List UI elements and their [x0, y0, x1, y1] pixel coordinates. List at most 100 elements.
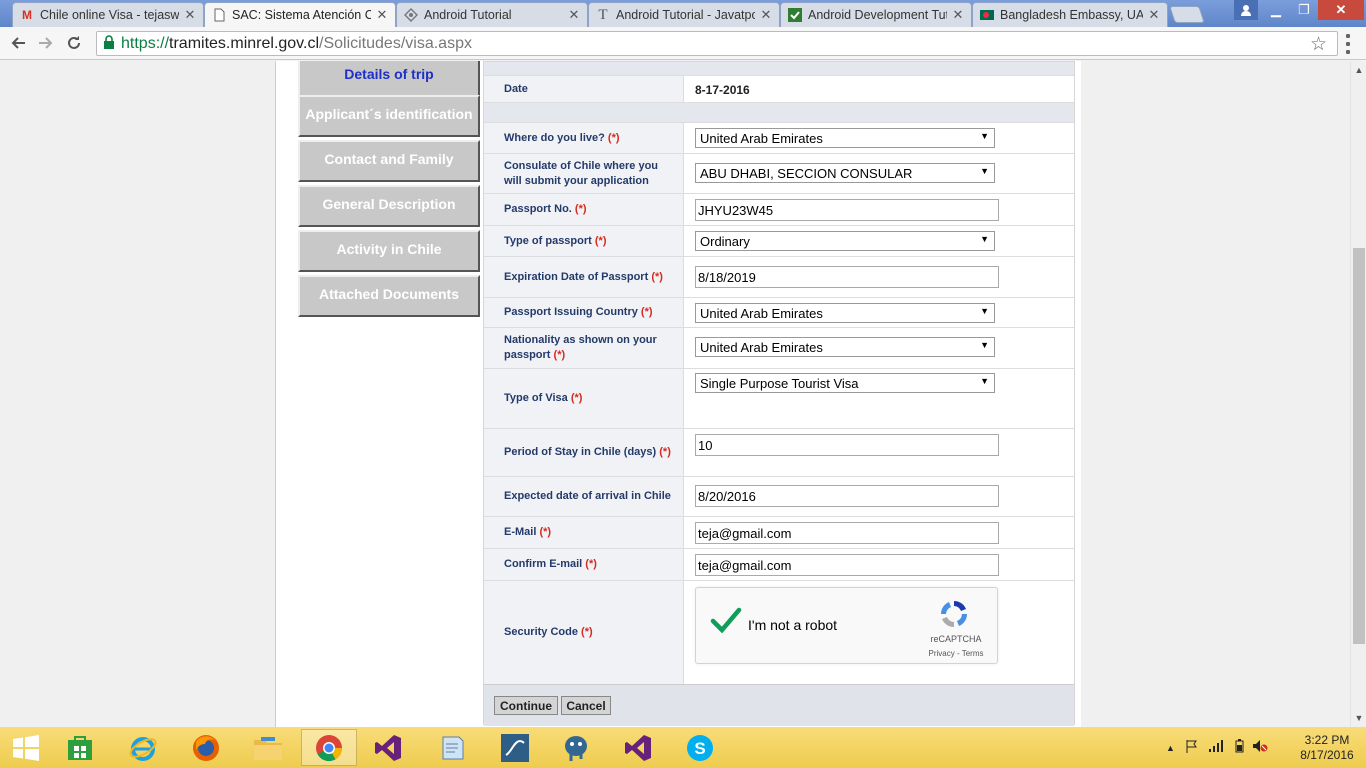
lock-icon: [103, 35, 115, 52]
field-label: Confirm E-mail (*): [484, 549, 684, 580]
close-window-button[interactable]: ✕: [1318, 0, 1364, 20]
field-label: Passport Issuing Country (*): [484, 298, 684, 327]
start-button-icon[interactable]: [0, 729, 52, 766]
maximize-button[interactable]: ❐: [1290, 0, 1318, 20]
row-passport-no: Passport No. (*): [484, 194, 1074, 226]
expiration-date-input[interactable]: [695, 266, 999, 288]
tab-javatpoint[interactable]: T Android Tutorial - Javatpo ✕: [588, 2, 780, 27]
sidebar-item-general-description[interactable]: General Description: [298, 185, 480, 227]
captcha-terms-link[interactable]: Privacy - Terms: [926, 649, 986, 658]
arrival-date-input[interactable]: [695, 485, 999, 507]
file-explorer-icon[interactable]: [240, 729, 296, 766]
section-band: [484, 103, 1074, 123]
internet-explorer-icon[interactable]: [115, 729, 171, 766]
close-icon[interactable]: ✕: [759, 7, 773, 23]
battery-icon[interactable]: [1235, 739, 1244, 756]
notepad-icon[interactable]: [424, 729, 480, 766]
vertical-scrollbar[interactable]: ▲ ▼: [1350, 61, 1366, 727]
tab-android-tutorial[interactable]: Android Tutorial ✕: [396, 2, 588, 27]
row-period-of-stay: Period of Stay in Chile (days) (*): [484, 429, 1074, 477]
continue-button[interactable]: Continue: [494, 696, 558, 715]
passport-number-input[interactable]: [695, 199, 999, 221]
period-of-stay-input[interactable]: [695, 434, 999, 456]
dropdown-arrow-icon: ▼: [980, 166, 989, 176]
date-label: Date: [484, 76, 684, 102]
captcha-text: I'm not a robot: [748, 617, 838, 633]
dropdown-arrow-icon: ▼: [980, 306, 989, 316]
tab-bangladesh-embassy[interactable]: Bangladesh Embassy, UAE ✕: [972, 2, 1168, 27]
visual-studio-2-icon[interactable]: [610, 729, 666, 766]
clock-date: 8/17/2016: [1300, 748, 1354, 762]
scroll-up-icon[interactable]: ▲: [1354, 65, 1364, 75]
mysql-workbench-icon[interactable]: [487, 729, 543, 766]
store-icon[interactable]: [52, 729, 108, 766]
firefox-icon[interactable]: [178, 729, 234, 766]
close-icon[interactable]: ✕: [567, 7, 581, 23]
sidebar-item-contact-and-family[interactable]: Contact and Family: [298, 140, 480, 182]
row-issuing-country: Passport Issuing Country (*) United Arab…: [484, 298, 1074, 328]
dropdown-arrow-icon: ▼: [980, 376, 989, 386]
tab-sac[interactable]: SAC: Sistema Atención Co ✕: [204, 2, 396, 27]
nationality-select[interactable]: United Arab Emirates ▼: [695, 337, 995, 357]
consulate-select[interactable]: ABU DHABI, SECCION CONSULAR ▼: [695, 163, 995, 183]
close-icon[interactable]: ✕: [951, 7, 965, 23]
visual-studio-icon[interactable]: [360, 729, 416, 766]
volume-muted-icon[interactable]: [1252, 739, 1268, 756]
system-tray: ▲: [1166, 727, 1268, 768]
chrome-icon[interactable]: [301, 729, 357, 766]
chrome-menu-icon[interactable]: [1340, 34, 1356, 54]
address-bar[interactable]: https://tramites.minrel.gov.cl/Solicitud…: [96, 31, 1338, 56]
dropdown-arrow-icon: ▼: [980, 131, 989, 141]
back-button[interactable]: [8, 33, 28, 53]
url-path: /Solicitudes/visa.aspx: [319, 34, 472, 52]
scroll-down-icon[interactable]: ▼: [1354, 713, 1364, 723]
sidebar-item-applicant-identification[interactable]: Applicant´s identification: [298, 95, 480, 137]
minimize-button[interactable]: ▁: [1262, 0, 1290, 20]
new-tab-button[interactable]: [1169, 6, 1205, 23]
recaptcha-widget[interactable]: I'm not a robot reCAPTCHA Privacy - Term…: [695, 587, 998, 664]
skype-icon[interactable]: S: [672, 729, 728, 766]
clock-time: 3:22 PM: [1304, 733, 1350, 747]
field-label: Nationality as shown on your passport (*…: [484, 328, 684, 368]
recaptcha-logo-icon: [941, 601, 967, 627]
browser-tab-strip: M Chile online Visa - tejaswi ✕ SAC: Sis…: [0, 0, 1366, 27]
field-label: Expiration Date of Passport (*): [484, 257, 684, 297]
tab-gmail[interactable]: M Chile online Visa - tejaswi ✕: [12, 2, 204, 27]
sidebar-item-details-of-trip[interactable]: Details of trip: [298, 61, 480, 97]
row-consulate: Consulate of Chile where you will submit…: [484, 154, 1074, 194]
where-do-you-live-select[interactable]: United Arab Emirates ▼: [695, 128, 995, 148]
dropdown-arrow-icon: ▼: [980, 234, 989, 244]
scrollbar-thumb[interactable]: [1353, 248, 1365, 644]
diamond-icon: [403, 7, 419, 23]
issuing-country-select[interactable]: United Arab Emirates ▼: [695, 303, 995, 323]
close-icon[interactable]: ✕: [375, 7, 389, 23]
checkmark-icon[interactable]: [710, 606, 742, 634]
taskbar-clock[interactable]: 3:22 PM 8/17/2016: [1292, 733, 1362, 763]
sidebar-item-attached-documents[interactable]: Attached Documents: [298, 275, 480, 317]
bookmark-star-icon[interactable]: ☆: [1310, 33, 1327, 56]
forward-button[interactable]: [36, 33, 56, 53]
confirm-email-input[interactable]: [695, 554, 999, 576]
content-panel: Details of trip Applicant´s identificati…: [275, 61, 1081, 727]
passport-type-select[interactable]: Ordinary ▼: [695, 231, 995, 251]
tab-android-development[interactable]: Android Development Tut ✕: [780, 2, 972, 27]
sidebar-item-activity-in-chile[interactable]: Activity in Chile: [298, 230, 480, 272]
row-confirm-email: Confirm E-mail (*): [484, 549, 1074, 581]
postgresql-icon[interactable]: [548, 729, 604, 766]
email-input[interactable]: [695, 522, 999, 544]
tray-expand-icon[interactable]: ▲: [1166, 743, 1175, 753]
reload-button[interactable]: [64, 33, 84, 53]
field-label: Type of Visa (*): [484, 369, 684, 428]
close-icon[interactable]: ✕: [183, 7, 197, 23]
user-icon[interactable]: [1234, 0, 1258, 20]
field-label: Passport No. (*): [484, 194, 684, 225]
cancel-button[interactable]: Cancel: [561, 696, 611, 715]
svg-text:S: S: [694, 739, 705, 758]
close-icon[interactable]: ✕: [1147, 7, 1161, 23]
action-center-flag-icon[interactable]: [1185, 739, 1199, 756]
tab-label: Android Tutorial - Javatpo: [616, 8, 755, 22]
url-host: tramites.minrel.gov.cl: [169, 34, 319, 52]
network-signal-icon[interactable]: [1208, 740, 1225, 755]
visa-type-select[interactable]: Single Purpose Tourist Visa ▼: [695, 373, 995, 393]
dropdown-arrow-icon: ▼: [980, 340, 989, 350]
